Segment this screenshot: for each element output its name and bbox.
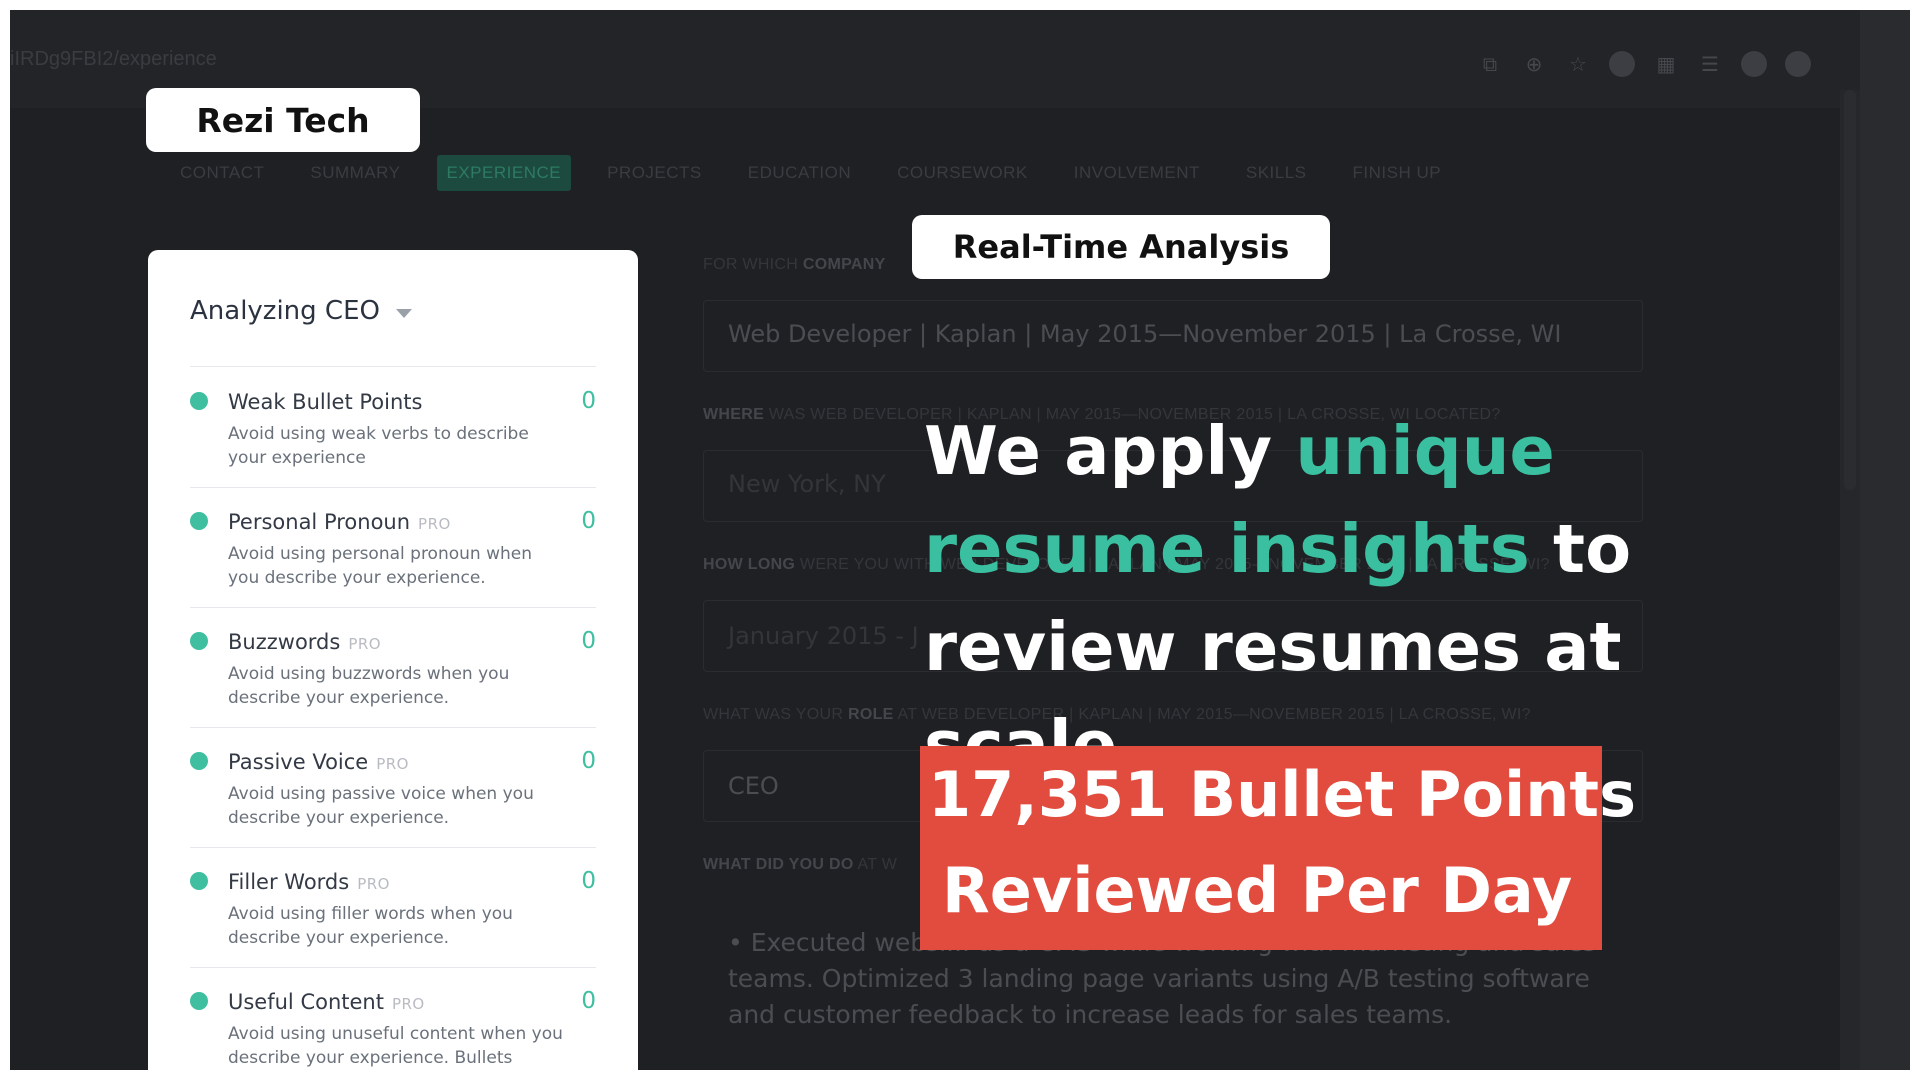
check-item[interactable]: Filler Words PRO Avoid using filler words…	[190, 848, 596, 968]
pro-badge: PRO	[376, 755, 409, 773]
check-title: Buzzwords PRO	[228, 630, 381, 654]
check-title-text: Personal Pronoun	[228, 510, 411, 534]
status-dot-icon	[190, 872, 208, 890]
brand-label: Rezi Tech	[146, 88, 420, 152]
chevron-down-icon[interactable]	[395, 308, 412, 318]
profile-avatar-icon[interactable]	[1732, 46, 1776, 82]
tab-education[interactable]: EDUCATION	[738, 155, 861, 191]
tab-involvement[interactable]: INVOLVEMENT	[1064, 155, 1210, 191]
check-description: Avoid using passive voice when you descr…	[228, 784, 534, 828]
url-text[interactable]: iIRDg9FBI2/experience	[10, 48, 217, 71]
role-label-pre: WHAT WAS YOUR	[703, 706, 844, 723]
check-count: 0	[581, 388, 596, 414]
stat-banner: 17,351 Bullet Points Reviewed Per Day	[920, 746, 1636, 950]
check-description: Avoid using filler words when you descri…	[228, 904, 513, 948]
status-dot-icon	[190, 512, 208, 530]
check-description: Avoid using unuseful content when you de…	[228, 1024, 563, 1068]
check-title-text: Buzzwords	[228, 630, 341, 654]
company-label-pre: FOR WHICH	[703, 256, 799, 273]
analysis-checks: Weak Bullet Points Avoid using weak verb…	[190, 368, 596, 1070]
role-label-key: ROLE	[847, 706, 894, 723]
extension-icon[interactable]	[1600, 46, 1644, 82]
check-count: 0	[581, 748, 596, 774]
open-external-icon[interactable]: ⧉	[1468, 46, 1512, 82]
check-title-text: Weak Bullet Points	[228, 390, 423, 414]
check-count: 0	[581, 868, 596, 894]
headline: We apply unique resume insights to revie…	[924, 402, 1804, 794]
role-value: CEO	[728, 772, 779, 800]
did-label-rest: AT W	[857, 856, 898, 873]
section-tabs: CONTACT SUMMARY EXPERIENCE PROJECTS EDUC…	[170, 155, 1477, 191]
analysis-heading[interactable]: Analyzing CEO	[190, 296, 412, 326]
headline-part1: We apply	[924, 412, 1296, 490]
scrollbar-thumb[interactable]	[1844, 90, 1856, 490]
check-title: Personal Pronoun PRO	[228, 510, 451, 534]
status-dot-icon	[190, 632, 208, 650]
stat-line-1: 17,351 Bullet Points	[928, 758, 1636, 831]
check-title-text: Passive Voice	[228, 750, 369, 774]
bookmark-star-icon[interactable]: ☆	[1556, 46, 1600, 82]
howlong-label-key: HOW LONG	[703, 556, 796, 573]
reading-list-icon[interactable]: ☰	[1688, 46, 1732, 82]
company-value: Web Developer | Kaplan | May 2015—Novemb…	[728, 320, 1562, 348]
tab-finish-up[interactable]: FINISH UP	[1343, 155, 1452, 191]
location-placeholder: New York, NY	[728, 470, 886, 498]
check-description: Avoid using buzzwords when you describe …	[228, 664, 510, 708]
zoom-icon[interactable]: ⊕	[1512, 46, 1556, 82]
check-item[interactable]: Useful Content PRO Avoid using unuseful c…	[190, 968, 596, 1070]
company-label-key: COMPANY	[802, 256, 886, 273]
check-title-text: Filler Words	[228, 870, 350, 894]
check-description: Avoid using weak verbs to describe your …	[228, 424, 529, 468]
divider	[190, 366, 596, 367]
grid-extension-icon[interactable]: ▦	[1644, 46, 1688, 82]
check-title: Useful Content PRO	[228, 990, 425, 1014]
account-icon[interactable]	[1776, 46, 1820, 82]
check-count: 0	[581, 628, 596, 654]
check-item[interactable]: Personal Pronoun PRO Avoid using personal…	[190, 488, 596, 608]
check-item[interactable]: Passive Voice PRO Avoid using passive voi…	[190, 728, 596, 848]
status-dot-icon	[190, 392, 208, 410]
browser-icons: ⧉ ⊕ ☆ ▦ ☰	[1468, 46, 1820, 82]
check-title: Passive Voice PRO	[228, 750, 409, 774]
right-gutter	[1860, 10, 1910, 1070]
pro-badge: PRO	[348, 635, 382, 653]
check-item[interactable]: Buzzwords PRO Avoid using buzzwords when …	[190, 608, 596, 728]
pro-badge: PRO	[357, 875, 390, 893]
realtime-analysis-label: Real-Time Analysis	[912, 215, 1330, 279]
company-label: FOR WHICH COMPANY	[703, 256, 886, 274]
duration-placeholder: January 2015 - J	[728, 622, 919, 650]
status-dot-icon	[190, 992, 208, 1010]
screen-frame: iIRDg9FBI2/experience ⧉ ⊕ ☆ ▦ ☰ CONTACT …	[10, 10, 1910, 1070]
check-title: Filler Words PRO	[228, 870, 390, 894]
tab-summary[interactable]: SUMMARY	[300, 155, 410, 191]
status-dot-icon	[190, 752, 208, 770]
where-label-key: WHERE	[703, 406, 765, 423]
check-description: Avoid using personal pronoun when you de…	[228, 544, 532, 588]
did-label-key: WHAT DID YOU DO	[703, 856, 854, 873]
check-item[interactable]: Weak Bullet Points Avoid using weak verb…	[190, 368, 596, 488]
analysis-panel: Analyzing CEO Weak Bullet Points Avoid u…	[148, 250, 638, 1070]
tab-experience[interactable]: EXPERIENCE	[436, 155, 572, 191]
tab-contact[interactable]: CONTACT	[170, 155, 274, 191]
check-title-text: Useful Content	[228, 990, 384, 1014]
pro-badge: PRO	[391, 995, 425, 1013]
check-count: 0	[581, 508, 596, 534]
tab-coursework[interactable]: COURSEWORK	[887, 155, 1038, 191]
did-label: WHAT DID YOU DO AT W	[703, 856, 897, 874]
pro-badge: PRO	[418, 515, 451, 533]
check-title: Weak Bullet Points	[228, 390, 422, 414]
check-count: 0	[581, 988, 596, 1014]
analysis-heading-text: Analyzing CEO	[190, 296, 380, 326]
tab-projects[interactable]: PROJECTS	[597, 155, 712, 191]
stat-line-2: Reviewed Per Day	[942, 854, 1573, 927]
tab-skills[interactable]: SKILLS	[1236, 155, 1317, 191]
